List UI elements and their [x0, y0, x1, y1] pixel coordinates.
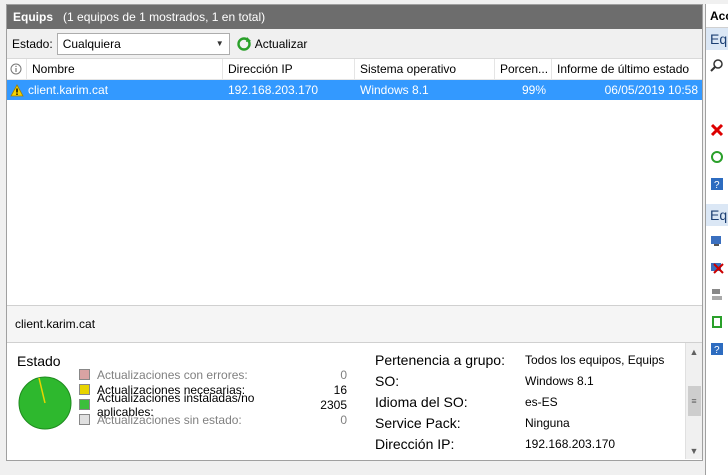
column-header-last-report[interactable]: Informe de último estado	[552, 59, 702, 79]
column-header-percent[interactable]: Porcen...	[495, 59, 552, 79]
help-icon-2[interactable]: ?	[710, 342, 724, 356]
property-key: Pertenencia a grupo:	[375, 351, 505, 368]
panel-title: Equips	[13, 10, 54, 24]
panel-title-bar: Equips (1 equipos de 1 mostrados, 1 en t…	[7, 5, 702, 29]
property-row: Idioma del SO: es-ES	[375, 391, 675, 412]
panel-subtitle: (1 equipos de 1 mostrados, 1 en total)	[63, 10, 266, 24]
delete-icon[interactable]	[710, 123, 724, 137]
property-value: 192.168.203.170	[525, 436, 616, 451]
property-row: Service Pack: Ninguna	[375, 412, 675, 433]
search-icon[interactable]	[710, 58, 724, 72]
grid-header: Nombre Dirección IP Sistema operativo Po…	[7, 59, 702, 80]
legend-item: Actualizaciones sin estado: 0	[79, 412, 347, 427]
legend-swatch	[79, 399, 90, 410]
info-column-header[interactable]	[7, 59, 27, 79]
legend-count: 0	[340, 367, 347, 382]
legend-count: 16	[333, 382, 347, 397]
row-percent: 99%	[521, 83, 546, 97]
row-name: client.karim.cat	[28, 83, 109, 97]
grid-body: client.karim.cat 192.168.203.170 Windows…	[7, 80, 702, 305]
actions-side-panel: Acc Eq ? Eq ?	[705, 4, 728, 475]
property-value: Todos los equipos, Equips	[525, 352, 665, 367]
window-root: Equips (1 equipos de 1 mostrados, 1 en t…	[0, 0, 728, 475]
legend-item: Actualizaciones instaladas/no aplicables…	[79, 391, 347, 419]
toolbar: Estado: Cualquiera ▼ Actualizar	[7, 29, 702, 59]
column-header-os[interactable]: Sistema operativo	[355, 59, 495, 79]
computer-properties: Pertenencia a grupo: Todos los equipos, …	[375, 349, 675, 454]
refresh-icon[interactable]	[710, 150, 724, 164]
estado-value: Cualquiera	[62, 36, 121, 51]
selected-computer-name: client.karim.cat	[7, 305, 702, 343]
details-pane: Estado Actualizaciones con errores: 0 Ac…	[7, 343, 702, 459]
property-row: Pertenencia a grupo: Todos los equipos, …	[375, 349, 675, 370]
computers-panel: Equips (1 equipos de 1 mostrados, 1 en t…	[6, 4, 703, 461]
refresh-label: Actualizar	[254, 36, 308, 51]
property-key: SO:	[375, 372, 400, 389]
report-icon[interactable]	[710, 315, 724, 329]
actions-header: Acc	[706, 4, 728, 28]
legend-label: Actualizaciones con errores:	[97, 367, 248, 382]
row-os: Windows 8.1	[360, 83, 429, 97]
warning-icon	[10, 83, 24, 96]
row-ip: 192.168.203.170	[228, 83, 319, 97]
legend-label: Actualizaciones sin estado:	[97, 412, 242, 427]
status-legend: Actualizaciones con errores: 0 Actualiza…	[79, 367, 347, 427]
name-cell: client.karim.cat	[7, 80, 223, 100]
help-icon[interactable]: ?	[710, 177, 724, 191]
refresh-icon	[237, 36, 251, 51]
scroll-down-icon[interactable]: ▼	[686, 442, 703, 459]
legend-swatch	[79, 414, 90, 425]
property-value: Ninguna	[525, 415, 570, 430]
property-row: Dirección IP: 192.168.203.170	[375, 433, 675, 454]
legend-count: 2305	[320, 397, 347, 412]
property-value: es-ES	[525, 394, 558, 409]
legend-count: 0	[340, 412, 347, 427]
estado-dropdown[interactable]: Cualquiera ▼	[56, 32, 230, 55]
scroll-thumb[interactable]: ≡	[687, 386, 701, 416]
property-key: Dirección IP:	[375, 435, 455, 452]
property-row: SO: Windows 8.1	[375, 370, 675, 391]
info-icon	[10, 63, 22, 75]
property-key: Service Pack:	[375, 414, 461, 431]
column-header-name[interactable]: Nombre	[27, 59, 223, 79]
property-value: Windows 8.1	[525, 373, 594, 388]
remove-computer-icon[interactable]	[710, 261, 724, 275]
row-last-report: 06/05/2019 10:58	[604, 83, 698, 97]
estado-label: Estado:	[12, 36, 53, 51]
table-row[interactable]: client.karim.cat 192.168.203.170 Windows…	[7, 80, 702, 100]
column-header-ip[interactable]: Dirección IP	[223, 59, 355, 79]
scroll-up-icon[interactable]: ▲	[686, 343, 703, 360]
property-key: Idioma del SO:	[375, 393, 468, 410]
status-pie-chart	[18, 376, 72, 430]
svg-text:?: ?	[714, 180, 720, 191]
legend-item: Actualizaciones con errores: 0	[79, 367, 347, 382]
details-scrollbar[interactable]: ▲ ≡ ▼	[685, 343, 702, 459]
actions-section-equips[interactable]: Eq	[706, 28, 728, 50]
network-icon[interactable]	[710, 288, 724, 302]
legend-swatch	[79, 369, 90, 380]
refresh-button[interactable]: Actualizar	[236, 36, 308, 52]
actions-section-equips-2[interactable]: Eq	[706, 204, 728, 226]
status-title: Estado	[17, 353, 61, 369]
svg-text:?: ?	[714, 345, 720, 356]
computer-icon[interactable]	[710, 234, 724, 248]
legend-swatch	[79, 384, 90, 395]
dropdown-arrow-icon: ▼	[215, 39, 224, 48]
